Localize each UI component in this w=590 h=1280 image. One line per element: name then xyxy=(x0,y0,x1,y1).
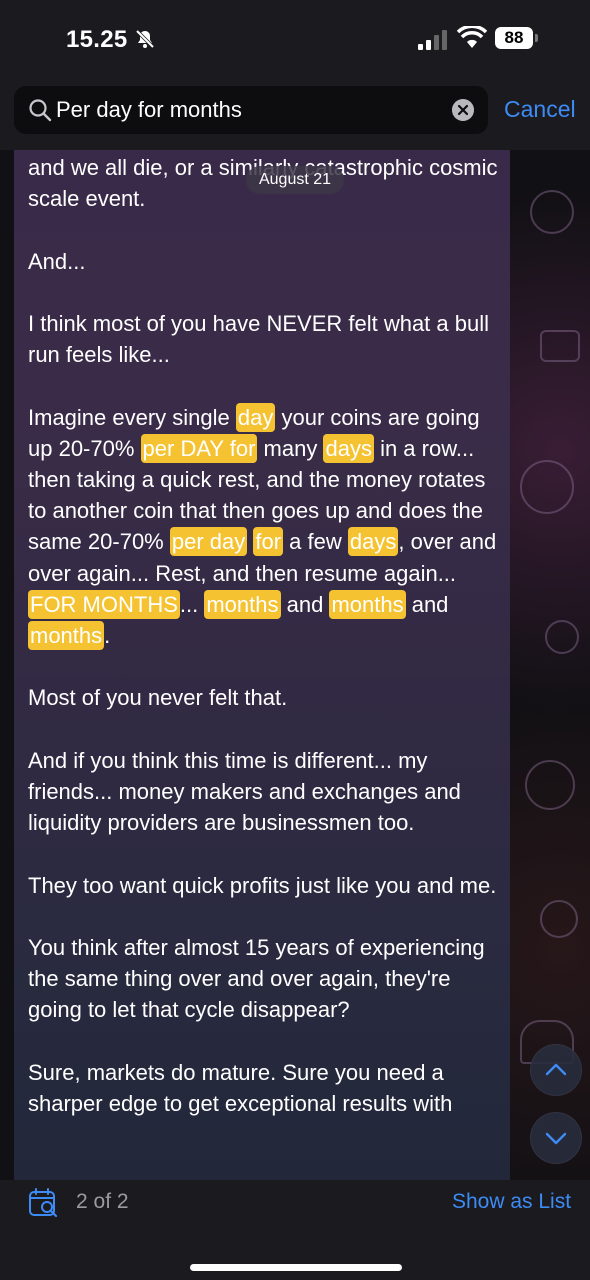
date-badge: August 21 xyxy=(246,166,344,194)
search-match-highlight: months xyxy=(204,589,281,619)
cancel-button[interactable]: Cancel xyxy=(504,96,576,123)
search-match-highlight: per day xyxy=(169,527,248,557)
show-as-list-button[interactable]: Show as List xyxy=(452,1190,571,1214)
message-text-run: And... xyxy=(28,248,86,274)
message-paragraph: Sure, markets do mature. Sure you need a… xyxy=(28,1057,498,1119)
result-count: 2 of 2 xyxy=(76,1190,129,1213)
message-text-run: They too want quick profits just like yo… xyxy=(28,872,497,898)
calendar-search-icon[interactable] xyxy=(28,1187,60,1219)
message-text-run: You think after almost 15 years of exper… xyxy=(28,934,485,1023)
search-match-highlight: for xyxy=(253,527,284,557)
chevron-up-icon xyxy=(545,1063,567,1076)
status-time: 15.25 xyxy=(66,26,128,53)
message-paragraph: And... xyxy=(28,246,498,277)
home-indicator xyxy=(190,1264,402,1271)
search-match-highlight: per DAY for xyxy=(140,433,258,463)
chevron-down-icon xyxy=(545,1132,567,1145)
search-prev-button[interactable] xyxy=(530,1044,582,1096)
message-text-run: Most of you never felt that. xyxy=(28,685,288,711)
message-bubble[interactable]: and we all die, or a similarly catastrop… xyxy=(14,150,510,1180)
message-paragraph: Most of you never felt that. xyxy=(28,682,498,713)
message-text-run: Imagine every single xyxy=(28,404,236,430)
message-text-run: . xyxy=(104,623,111,648)
message-text: and we all die, or a similarly catastrop… xyxy=(28,152,498,1119)
search-match-highlight: FOR MONTHS xyxy=(28,589,180,619)
clear-icon[interactable] xyxy=(452,99,474,121)
message-text-run: a few xyxy=(283,529,348,555)
message-paragraph: I think most of you have NEVER felt what… xyxy=(28,308,498,370)
wifi-icon xyxy=(457,26,487,48)
message-text-run: and we all die, or a similarly catastrop… xyxy=(28,155,423,180)
search-icon xyxy=(29,99,52,122)
search-match-highlight: day xyxy=(235,402,276,432)
message-text-run: and xyxy=(280,591,330,617)
message-paragraph: Imagine every single day your coins are … xyxy=(28,402,498,652)
search-match-highlight: months xyxy=(329,589,406,619)
message-text-run: And if you think this time is different.… xyxy=(28,747,461,836)
bell-slash-icon xyxy=(135,29,155,49)
battery-level: 88 xyxy=(495,27,533,49)
battery-icon: 88 xyxy=(495,27,539,51)
search-match-highlight: days xyxy=(347,527,399,557)
search-bar: Cancel xyxy=(0,80,590,150)
message-paragraph: You think after almost 15 years of exper… xyxy=(28,932,498,1026)
search-next-button[interactable] xyxy=(530,1112,582,1164)
message-text-run: and xyxy=(405,591,449,617)
message-text-run: I think most of you have NEVER felt what… xyxy=(28,310,490,368)
status-bar: 15.25 88 xyxy=(0,0,590,80)
signal-icon xyxy=(418,30,447,50)
message-text-run: Sure, markets do mature. Sure you need a… xyxy=(28,1059,453,1116)
message-text-run: ... xyxy=(179,591,205,617)
message-text-run: many xyxy=(257,435,324,461)
message-paragraph: They too want quick profits just like yo… xyxy=(28,870,498,901)
bottom-toolbar: 2 of 2 Show as List xyxy=(0,1180,590,1280)
search-input[interactable] xyxy=(56,86,436,134)
search-match-highlight: days xyxy=(323,433,374,463)
message-paragraph: And if you think this time is different.… xyxy=(28,745,498,839)
search-field[interactable] xyxy=(14,86,488,134)
search-match-highlight: months xyxy=(28,621,105,650)
